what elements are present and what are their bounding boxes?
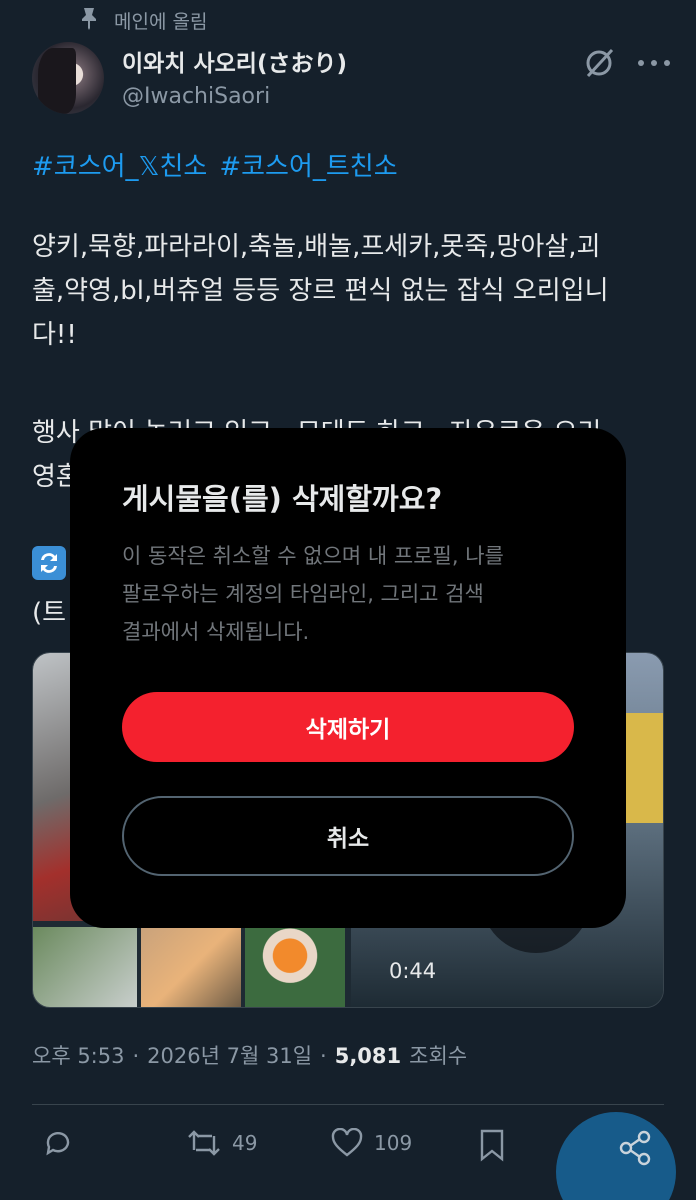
- dialog-message-line: 이 동작은 취소할 수 없으며 내 프로필, 나를: [122, 544, 504, 568]
- delete-confirm-dialog: 게시물을(를) 삭제할까요? 이 동작은 취소할 수 없으며 내 프로필, 나를…: [70, 428, 626, 928]
- dialog-title: 게시물을(를) 삭제할까요?: [122, 482, 443, 516]
- delete-button[interactable]: 삭제하기: [122, 692, 574, 762]
- dialog-message-line: 결과에서 삭제됩니다.: [122, 620, 310, 644]
- cancel-button[interactable]: 취소: [122, 796, 574, 876]
- dialog-message-line: 팔로우하는 계정의 타임라인, 그리고 검색: [122, 582, 484, 606]
- post-detail-page: 메인에 올림 이와치 사오리(さおり) @IwachiSaori #코스어_𝕏친…: [0, 0, 696, 1200]
